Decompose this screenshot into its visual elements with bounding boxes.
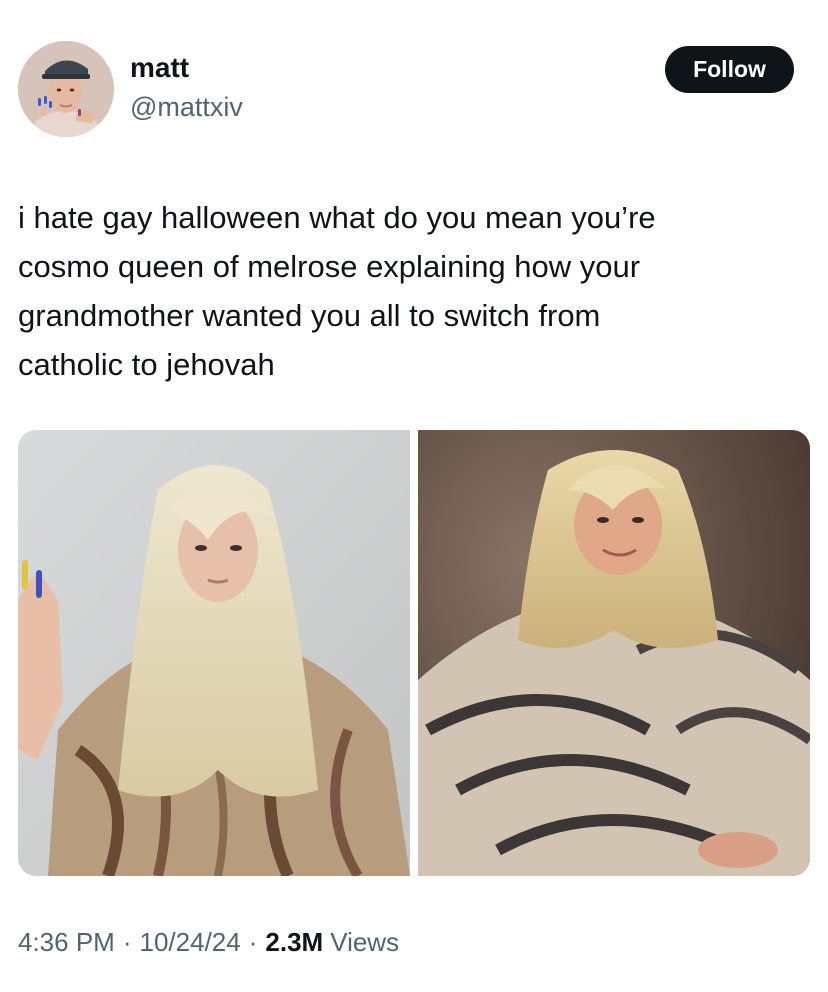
media-photo-left[interactable]: [18, 430, 410, 876]
follow-button[interactable]: Follow: [665, 46, 794, 93]
avatar[interactable]: [18, 41, 114, 137]
media-grid: [18, 430, 810, 876]
tweet-date[interactable]: 10/24/24: [140, 927, 241, 958]
media-photo-right[interactable]: [418, 430, 810, 876]
meta-separator: ·: [122, 927, 132, 957]
avatar-image: [18, 41, 114, 137]
photo-right-image: [418, 430, 810, 876]
meta-separator: ·: [248, 927, 258, 957]
views-label: Views: [330, 927, 400, 957]
tweet-text: i hate gay halloween what do you mean yo…: [18, 200, 656, 382]
tweet-card: matt @mattxiv Follow i hate gay hallowee…: [0, 0, 828, 992]
author-handle[interactable]: @mattxiv: [130, 92, 243, 123]
tweet-time[interactable]: 4:36 PM: [18, 927, 115, 958]
photo-left-image: [18, 430, 410, 876]
tweet-meta: 4:36 PM · 10/24/24 · 2.3M Views: [18, 927, 399, 958]
author-display-name[interactable]: matt: [130, 52, 189, 84]
views-count: 2.3M: [265, 927, 324, 957]
